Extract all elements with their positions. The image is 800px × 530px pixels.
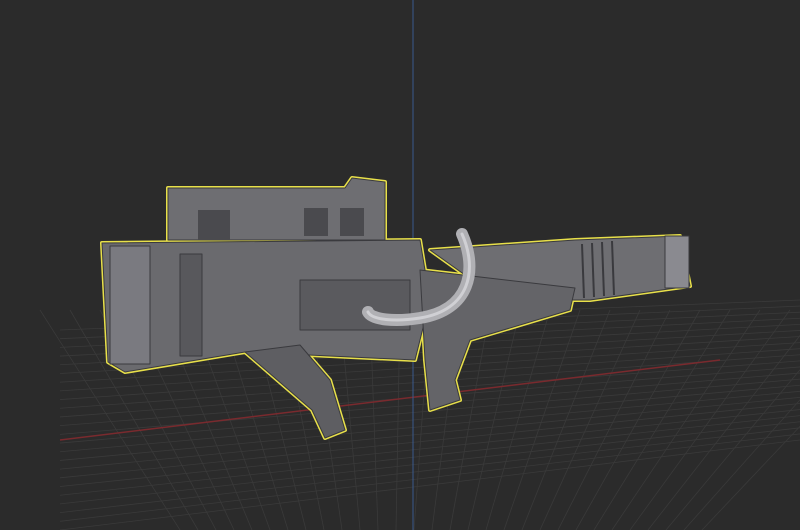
vent-panel-mid (304, 208, 328, 236)
grid-line (575, 309, 701, 530)
grid-line (647, 334, 800, 530)
rear-cap (109, 245, 151, 365)
vent-panel-right (340, 208, 364, 236)
viewport-canvas[interactable] (0, 0, 800, 530)
vent-panel-left (198, 210, 230, 240)
grid-line (59, 421, 800, 505)
front-grip (419, 269, 576, 411)
grid-line (467, 309, 521, 530)
grid-line (701, 425, 800, 530)
shoulder-stock (244, 344, 346, 439)
grid-line (59, 409, 800, 487)
rear-ring (179, 253, 203, 357)
grid-line (521, 309, 611, 530)
3d-viewport[interactable] (0, 0, 800, 530)
barrel-muzzle (664, 235, 690, 289)
